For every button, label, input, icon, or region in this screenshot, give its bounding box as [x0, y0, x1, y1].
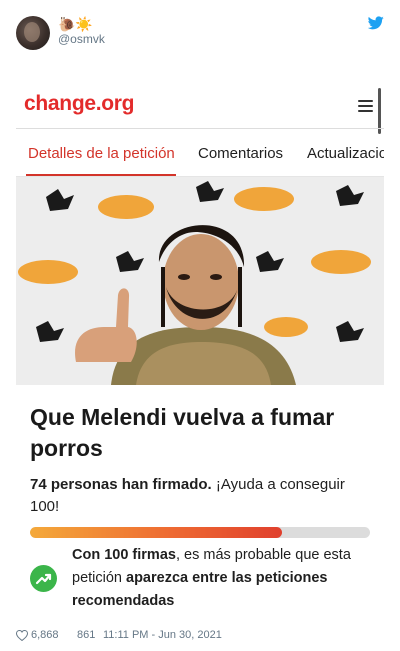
change-org-logo[interactable]: change.org	[24, 92, 134, 116]
tab-updates[interactable]: Actualizaciones	[307, 145, 384, 162]
hamburger-icon[interactable]	[358, 100, 373, 112]
like-count[interactable]: 6,868	[31, 629, 59, 641]
tab-details[interactable]: Detalles de la petición	[28, 145, 175, 162]
petition-photo	[16, 177, 384, 385]
avatar[interactable]	[16, 16, 50, 50]
tab-bar: Detalles de la petición Comentarios Actu…	[16, 129, 384, 177]
user-handle[interactable]: @osmvk	[58, 32, 105, 46]
retweet-count[interactable]: 861	[77, 629, 95, 641]
embedded-screenshot: change.org Detalles de la petición Comen…	[16, 88, 384, 626]
tweet-footer: 6,868 861 11:11 PM - Jun 30, 2021	[16, 628, 384, 644]
tweet-header: 🐌☀️ @osmvk	[16, 14, 384, 54]
recommendation-text: Con 100 firmas, es más probable que esta…	[72, 544, 372, 613]
recommend-bold-1: Con 100 firmas	[72, 547, 176, 563]
display-name[interactable]: 🐌☀️	[58, 16, 93, 32]
tab-comments[interactable]: Comentarios	[198, 145, 283, 162]
signatures-bold: 74 personas han firmado.	[30, 476, 212, 493]
heart-icon[interactable]	[16, 630, 28, 641]
trending-up-icon	[30, 565, 57, 592]
signature-progress-fill	[30, 527, 282, 538]
tweet-timestamp[interactable]: 11:11 PM - Jun 30, 2021	[103, 629, 222, 641]
twitter-bird-icon[interactable]	[368, 16, 384, 30]
signature-progress-bar	[30, 527, 370, 538]
signature-count: 74 personas han firmado. ¡Ayuda a conseg…	[30, 474, 360, 518]
site-header: change.org	[16, 88, 384, 128]
petition-title: Que Melendi vuelva a fumar porros	[30, 404, 335, 461]
photo-illustration	[16, 177, 384, 385]
